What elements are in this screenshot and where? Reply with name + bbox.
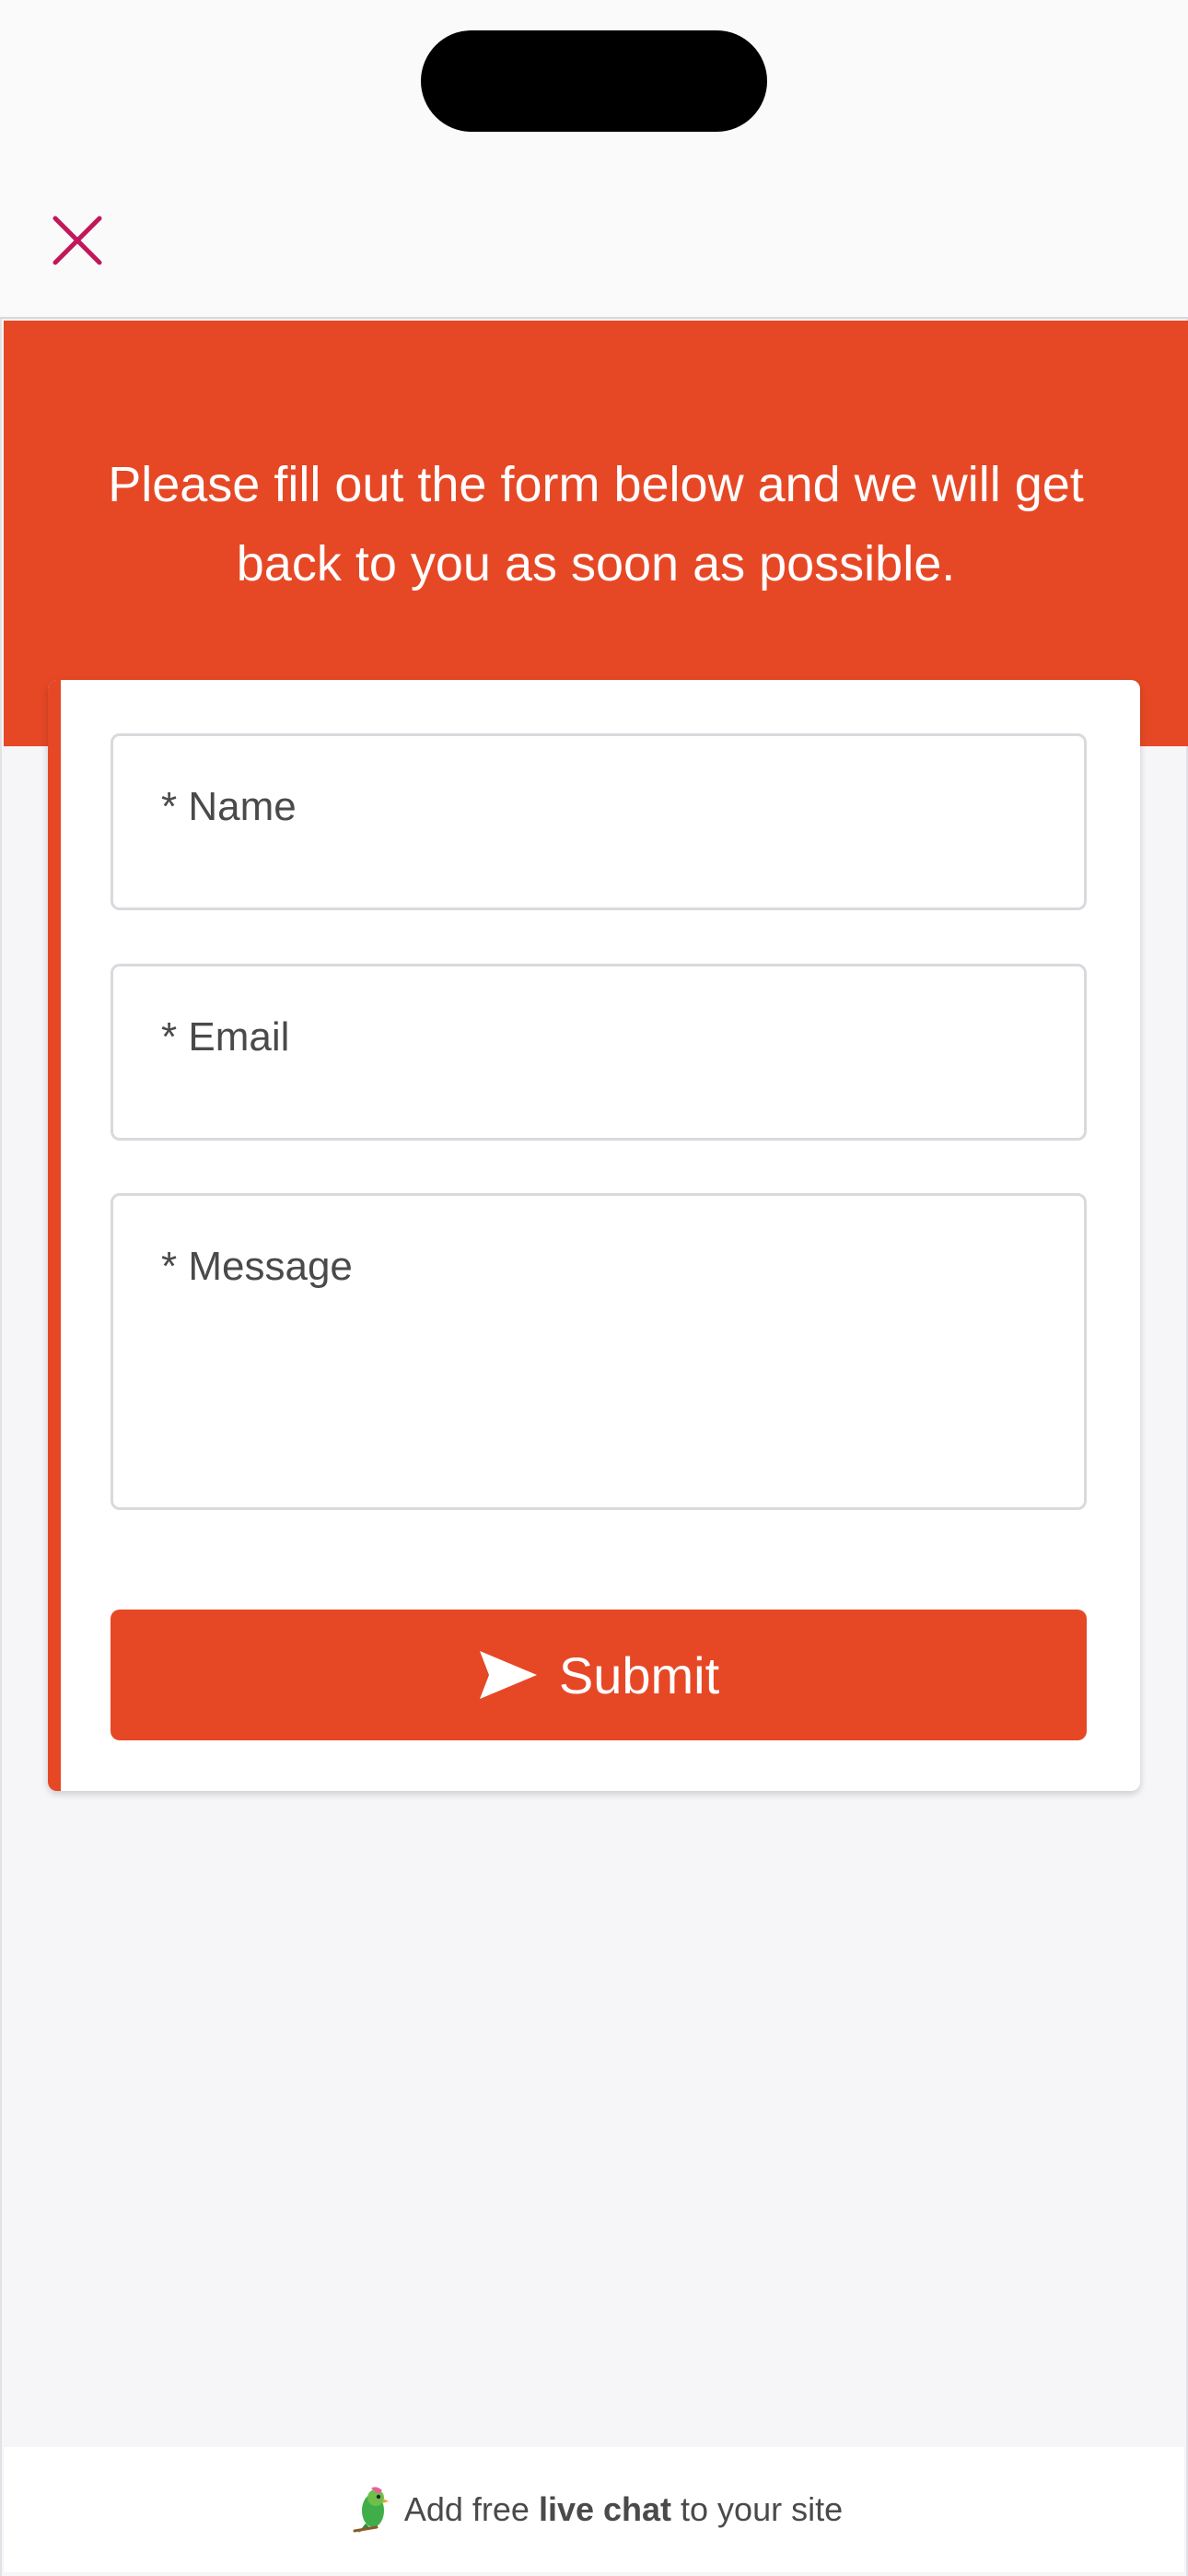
card-accent-bar [48,680,61,1791]
footer-text-before: Add free [403,2490,539,2528]
contact-form-card: * Name * Email * Message Submit [48,680,1140,1791]
submit-button[interactable]: Submit [111,1610,1087,1740]
parrot-logo-icon [353,2487,389,2533]
banner-message: Please fill out the form below and we wi… [108,457,1084,591]
status-bar-area [0,0,1188,319]
submit-label: Submit [558,1645,720,1704]
frame-border-left [0,319,2,2576]
footer-text-after: to your site [671,2490,844,2528]
footer-text-bold: live chat [538,2490,672,2528]
footer-promo-link[interactable]: Add free live chat to your site [4,2447,1184,2572]
close-icon [52,216,102,265]
name-field[interactable]: * Name [111,733,1087,910]
message-field[interactable]: * Message [111,1193,1087,1510]
dynamic-island [421,30,767,132]
email-field[interactable]: * Email [111,964,1087,1141]
message-placeholder: * Message [161,1244,353,1289]
email-placeholder: * Email [161,1014,290,1060]
close-button[interactable] [48,211,107,270]
send-icon [479,1651,537,1699]
name-placeholder: * Name [161,784,297,829]
